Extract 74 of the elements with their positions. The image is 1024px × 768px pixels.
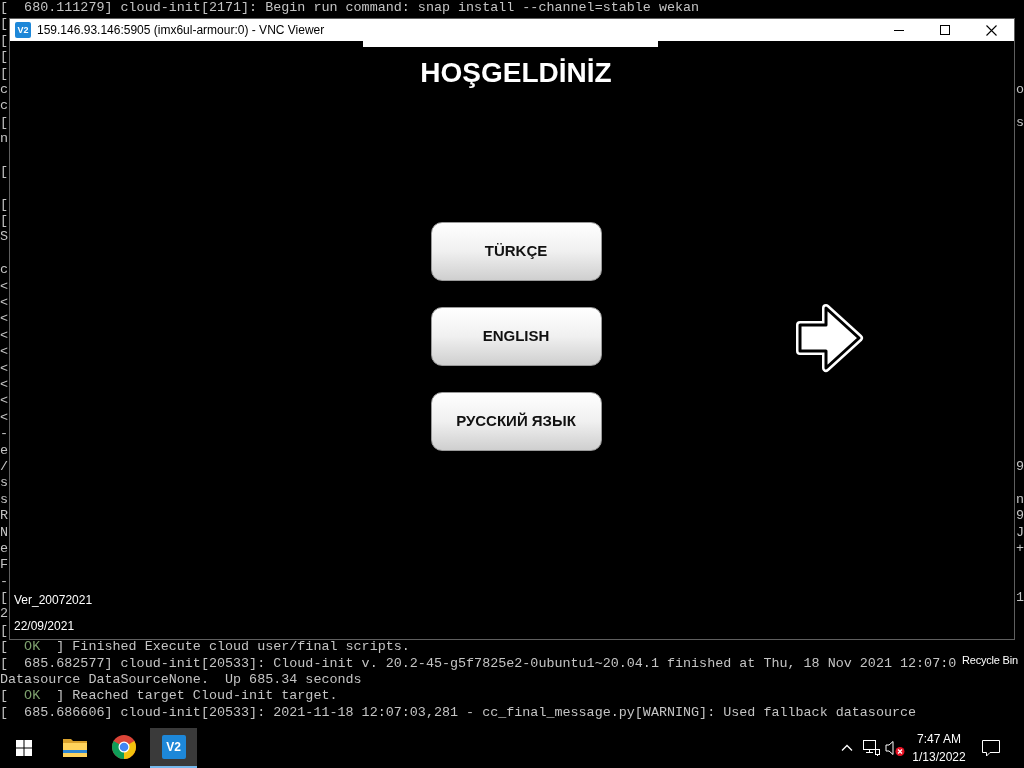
app-logo: V2 xyxy=(161,735,186,759)
console-text: 1 xyxy=(1015,590,1024,607)
console-text: o xyxy=(1015,81,1024,99)
minimize-icon xyxy=(894,29,904,31)
console-text: n xyxy=(0,131,9,148)
language-button[interactable]: TÜRKÇE xyxy=(430,222,602,281)
console-line: [ 685.686606] cloud-init[20533]: 2021-11-18 12:07:03,281 - cc_final_message.py[WARNING]: Used fallback datasource xyxy=(0,704,917,722)
console-text: [ xyxy=(0,196,9,214)
console-text: < xyxy=(0,295,9,312)
console-text: [ xyxy=(0,32,9,50)
console-text: [ xyxy=(0,16,9,33)
windows-logo-icon xyxy=(16,740,32,756)
welcome-heading: HOŞGELDİNİZ xyxy=(420,57,612,89)
browser-icon xyxy=(112,735,136,759)
console-text: [ xyxy=(0,49,9,66)
console-text: [ xyxy=(0,65,9,82)
window-title: 159.146.93.146:5905 (imx6ul-armour:0) - VNC Viewer xyxy=(37,22,325,38)
console-text: 9 xyxy=(1015,508,1024,525)
console-line: [ OK ] Reached target Cloud-init target. xyxy=(0,688,338,705)
console-text: [ xyxy=(0,622,9,640)
console-text: [ xyxy=(0,163,9,181)
console-text: < xyxy=(0,393,9,410)
console-text: c xyxy=(0,81,9,99)
chevron-up-icon xyxy=(841,744,853,752)
console-text: < xyxy=(0,327,9,345)
network-icon xyxy=(862,740,880,756)
console-text: e xyxy=(0,540,9,558)
console-text: < xyxy=(0,278,9,296)
taskbar-app-button[interactable]: V2 xyxy=(150,728,197,768)
console-line: [ OK ] Finished Execute cloud user/final scripts. xyxy=(0,639,410,656)
console-text: S xyxy=(0,229,9,246)
console-text: - xyxy=(0,426,9,443)
console-text: [ xyxy=(0,213,9,230)
console-text: R xyxy=(0,508,9,525)
console-text: / xyxy=(0,458,9,476)
close-icon xyxy=(985,24,997,36)
right-arrow-icon[interactable] xyxy=(794,303,864,373)
console-text: < xyxy=(0,360,9,377)
app-logo: V2 xyxy=(15,22,31,38)
console-text: + xyxy=(1015,540,1024,558)
console-text: [ xyxy=(0,590,9,607)
clock-button[interactable]: 7:47 AM 1/13/2022 xyxy=(912,728,966,768)
console-text: c xyxy=(0,262,9,279)
recycle-bin-label[interactable]: Recycle Bin xyxy=(962,654,1018,667)
language-button[interactable]: ENGLISH xyxy=(430,307,602,366)
console-text: N xyxy=(0,524,9,541)
console-text: < xyxy=(0,344,9,361)
folder-icon xyxy=(63,737,87,757)
language-button[interactable]: РУССКИЙ ЯЗЫК xyxy=(430,392,602,451)
console-text: e xyxy=(0,442,9,459)
console-text: < xyxy=(0,377,9,394)
console-line: [ 680.111279] cloud-init[2171]: Begin run command: snap install --channel=stable wekan xyxy=(0,0,700,17)
console-line: [ 685.682577] cloud-init[20533]: Cloud-init v. 20.2-45-g5f7825e2-0ubuntu1~20.04.1 finished at Thu, 18 Nov 2021 12:07:0 xyxy=(0,655,957,672)
volume-muted-icon xyxy=(885,740,905,756)
console-line: Datasource DataSourceNone. Up 685.34 seconds xyxy=(0,672,362,689)
console-text: [ xyxy=(0,114,9,132)
console-text: s xyxy=(1015,114,1024,132)
console-text: 9 xyxy=(1015,458,1024,476)
console-text: s xyxy=(0,491,9,509)
console-text: s xyxy=(0,475,9,492)
console-text: < xyxy=(0,409,9,427)
console-text: < xyxy=(0,311,9,328)
clock-time: 7:47 AM xyxy=(917,731,961,748)
date-label: 22/09/2021 xyxy=(14,618,75,635)
notification-icon xyxy=(982,739,1000,757)
console-text: J xyxy=(1015,524,1024,541)
clock-date: 1/13/2022 xyxy=(912,749,966,766)
console-text: - xyxy=(0,573,9,591)
maximize-icon xyxy=(940,25,950,35)
console-text: F xyxy=(0,557,9,574)
version-label: Ver_20072021 xyxy=(14,592,93,609)
console-text: c xyxy=(0,98,9,115)
console-text: 2 xyxy=(0,606,9,623)
console-text: n xyxy=(1015,491,1024,509)
